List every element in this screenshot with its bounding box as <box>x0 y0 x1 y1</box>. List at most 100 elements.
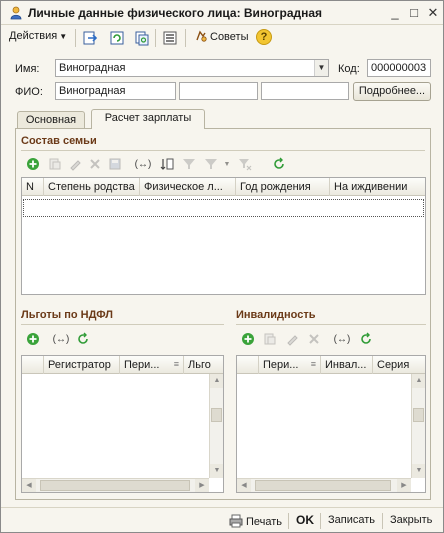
fio-first-name-field[interactable] <box>179 82 258 100</box>
tab-payroll[interactable]: Расчет зарплаты <box>91 109 205 129</box>
minimize-button[interactable]: _ <box>386 4 404 22</box>
toolbar: Действия ▼ Советы ? <box>5 27 439 49</box>
disability-table[interactable]: Пери... ≡ Инвал... Серия ▲ ▼ ◀ ▶ <box>236 355 426 493</box>
ndfl-table[interactable]: Регистратор Пери... ≡ Льго ▲ ▼ ◀ ▶ <box>21 355 224 493</box>
disability-toolbar: (↔) <box>239 330 389 348</box>
name-label: Имя: <box>15 63 40 75</box>
actions-menu[interactable]: Действия ▼ <box>9 30 67 42</box>
scroll-down-icon[interactable]: ▼ <box>210 464 223 478</box>
edit-icon[interactable] <box>66 155 84 173</box>
column-header[interactable]: N <box>22 178 44 196</box>
copy-row-icon[interactable] <box>46 155 64 173</box>
column-header[interactable]: Пери... ≡ <box>120 356 184 374</box>
vertical-scrollbar[interactable]: ▲ ▼ <box>209 374 223 478</box>
scroll-left-icon[interactable]: ◀ <box>22 479 36 492</box>
form-window: Личные данные физического лица: Виноград… <box>0 0 444 533</box>
table-row[interactable] <box>23 199 424 217</box>
list-icon[interactable] <box>161 29 179 47</box>
maximize-button[interactable]: □ <box>405 4 423 22</box>
horizontal-scrollbar[interactable]: ◀ ▶ <box>22 478 209 492</box>
scrollbar-thumb[interactable] <box>211 408 222 422</box>
delete-icon[interactable] <box>305 330 323 348</box>
close-window-button[interactable]: ✕ <box>424 4 442 22</box>
scroll-right-icon[interactable]: ▶ <box>397 479 411 492</box>
vertical-scrollbar[interactable]: ▲ ▼ <box>411 374 425 478</box>
details-button[interactable]: Подробнее... <box>353 82 431 101</box>
family-section-title: Состав семьи <box>21 135 97 147</box>
column-header[interactable]: На иждивении <box>330 178 425 196</box>
column-header[interactable] <box>22 356 44 374</box>
delete-icon[interactable] <box>86 155 104 173</box>
scrollbar-thumb[interactable] <box>255 480 391 491</box>
window-title: Личные данные физического лица: Виноград… <box>28 6 323 20</box>
sort-icon[interactable] <box>158 155 176 173</box>
swap-columns-icon[interactable]: (↔) <box>134 155 152 173</box>
column-header[interactable]: Льго <box>184 356 223 374</box>
ndfl-table-header: Регистратор Пери... ≡ Льго <box>22 356 223 374</box>
clear-filter-icon[interactable] <box>236 155 254 173</box>
scroll-right-icon[interactable]: ▶ <box>195 479 209 492</box>
print-button[interactable]: Печать <box>229 514 282 531</box>
copy-document-icon[interactable] <box>133 29 151 47</box>
fio-middle-name-field[interactable] <box>261 82 349 100</box>
save-button[interactable]: Записать <box>328 514 375 526</box>
close-button[interactable]: Закрыть <box>390 514 432 526</box>
swap-columns-icon[interactable]: (↔) <box>333 330 351 348</box>
copy-row-icon[interactable] <box>261 330 279 348</box>
advice-button[interactable]: Советы <box>195 30 248 43</box>
scroll-left-icon[interactable]: ◀ <box>237 479 251 492</box>
add-icon[interactable] <box>24 330 42 348</box>
disability-table-header: Пери... ≡ Инвал... Серия <box>237 356 425 374</box>
column-header[interactable]: Регистратор <box>44 356 120 374</box>
sort-indicator-icon: ≡ <box>310 359 316 369</box>
fio-last-name-field[interactable]: Виноградная <box>55 82 176 100</box>
filter-icon[interactable] <box>180 155 198 173</box>
bottom-bar: Печать OK Записать Закрыть <box>1 507 443 533</box>
name-value: Виноградная <box>59 62 126 74</box>
horizontal-scrollbar[interactable]: ◀ ▶ <box>237 478 411 492</box>
toolbar-separator <box>382 513 383 529</box>
family-table[interactable]: N Степень родства Физическое л... Год ро… <box>21 177 426 295</box>
chevron-down-icon: ▼ <box>59 32 68 41</box>
refresh-icon[interactable] <box>270 155 288 173</box>
section-divider <box>236 324 426 325</box>
add-icon[interactable] <box>239 330 257 348</box>
section-divider <box>21 324 224 325</box>
save-row-icon[interactable] <box>106 155 124 173</box>
help-icon[interactable]: ? <box>256 29 272 45</box>
actions-label: Действия <box>9 30 58 42</box>
column-header[interactable]: Серия <box>373 356 425 374</box>
column-header[interactable]: Пери... ≡ <box>259 356 321 374</box>
toolbar-separator <box>185 29 186 47</box>
refresh-icon[interactable] <box>357 330 375 348</box>
name-field[interactable]: Виноградная ▼ <box>55 59 329 77</box>
chevron-down-icon[interactable]: ▼ <box>218 155 236 173</box>
code-field[interactable]: 000000003 <box>367 59 431 77</box>
tab-basic[interactable]: Основная <box>17 111 85 129</box>
go-to-icon[interactable] <box>81 29 99 47</box>
family-table-header: N Степень родства Физическое л... Год ро… <box>22 178 425 196</box>
advice-icon <box>195 30 207 42</box>
family-toolbar: (↔) ▼ <box>24 155 304 173</box>
scroll-up-icon[interactable]: ▲ <box>210 374 223 388</box>
scrollbar-thumb[interactable] <box>40 480 190 491</box>
chevron-down-icon[interactable]: ▼ <box>314 60 328 76</box>
column-header[interactable]: Год рождения <box>236 178 330 196</box>
edit-icon[interactable] <box>283 330 301 348</box>
column-header[interactable]: Инвал... <box>321 356 373 374</box>
refresh-icon[interactable] <box>74 330 92 348</box>
refresh-document-icon[interactable] <box>108 29 126 47</box>
scroll-up-icon[interactable]: ▲ <box>412 374 425 388</box>
scroll-down-icon[interactable]: ▼ <box>412 464 425 478</box>
scrollbar-thumb[interactable] <box>413 408 424 422</box>
column-header[interactable]: Степень родства <box>44 178 140 196</box>
ndfl-section-title: Льготы по НДФЛ <box>21 309 113 321</box>
toolbar-separator <box>320 513 321 529</box>
add-icon[interactable] <box>24 155 42 173</box>
column-header[interactable] <box>237 356 259 374</box>
column-header[interactable]: Физическое л... <box>140 178 236 196</box>
swap-columns-icon[interactable]: (↔) <box>52 330 70 348</box>
print-label: Печать <box>246 516 283 528</box>
ok-button[interactable]: OK <box>296 513 314 527</box>
column-label: Пери... <box>124 359 160 371</box>
